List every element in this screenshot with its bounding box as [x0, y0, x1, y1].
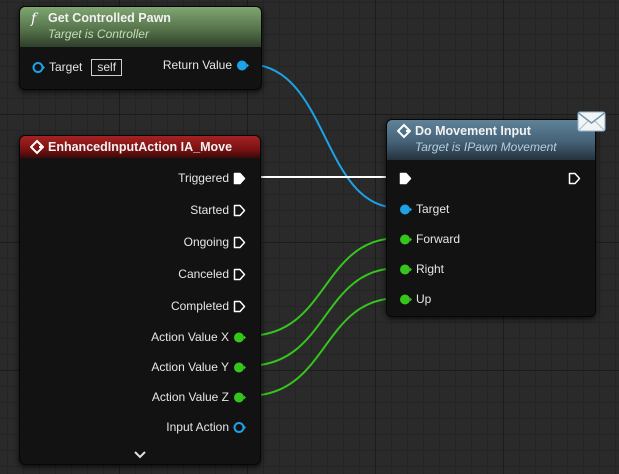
pin-row-exec-out[interactable] [568, 168, 581, 188]
pin-row-triggered[interactable]: Triggered [174, 168, 246, 188]
pin-label: Action Value Y [151, 360, 229, 374]
object-pin-icon[interactable] [233, 421, 246, 434]
object-pin-icon[interactable] [399, 203, 412, 216]
node-title: Do Movement Input [415, 124, 531, 138]
wire-return-to-target[interactable] [246, 63, 400, 209]
pin-label: Target [49, 60, 83, 74]
pin-label: Input Action [166, 420, 229, 434]
chevron-down-icon[interactable] [130, 448, 150, 460]
function-call-icon [396, 123, 412, 139]
pin-row-started[interactable]: Started [186, 200, 246, 220]
pin-label: Action Value Z [151, 390, 229, 404]
pin-row-up[interactable]: Up [399, 289, 435, 309]
exec-pin-icon[interactable] [233, 236, 246, 249]
pin-label: Completed [170, 299, 229, 313]
node-do-movement-input[interactable]: Do Movement Input Target is IPawn Moveme… [386, 119, 596, 317]
pin-row-right[interactable]: Right [399, 259, 448, 279]
pin-row-forward[interactable]: Forward [399, 229, 464, 249]
pin-row-action-value-x[interactable]: Action Value X [147, 327, 246, 347]
pin-row-action-value-z[interactable]: Action Value Z [148, 387, 246, 407]
float-pin-icon[interactable] [233, 391, 246, 404]
node-header[interactable]: f Get Controlled Pawn Target is Controll… [20, 7, 261, 47]
object-pin-icon[interactable] [32, 61, 45, 74]
pin-label: Canceled [178, 267, 229, 281]
wire-z-to-up[interactable] [246, 297, 400, 397]
wire-y-to-right[interactable] [246, 267, 400, 367]
pin-label: Forward [416, 232, 461, 246]
pin-row-action-value-y[interactable]: Action Value Y [147, 357, 246, 377]
pin-row-target[interactable]: Target self [32, 57, 123, 77]
node-enhanced-input-action[interactable]: EnhancedInputAction IA_Move Triggered St… [19, 135, 261, 465]
exec-pin-icon[interactable] [233, 300, 246, 313]
pin-label: Right [416, 262, 445, 276]
function-icon: f [30, 10, 44, 27]
node-header[interactable]: Do Movement Input Target is IPawn Moveme… [387, 120, 595, 160]
pin-label: Started [190, 203, 229, 217]
node-subtitle: Target is Controller [48, 27, 149, 41]
event-diamond-icon [29, 139, 45, 155]
pin-label: Triggered [178, 171, 229, 185]
float-pin-icon[interactable] [399, 233, 412, 246]
pin-row-return-value[interactable]: Return Value [159, 55, 249, 75]
node-title: Get Controlled Pawn [48, 11, 171, 25]
exec-pin-icon[interactable] [233, 172, 246, 185]
node-get-controlled-pawn[interactable]: f Get Controlled Pawn Target is Controll… [19, 6, 262, 90]
pin-row-canceled[interactable]: Canceled [174, 264, 246, 284]
float-pin-icon[interactable] [399, 263, 412, 276]
pin-row-input-action[interactable]: Input Action [162, 417, 246, 437]
exec-pin-icon[interactable] [568, 172, 581, 185]
pin-row-exec-in[interactable] [399, 168, 412, 188]
svg-text:f: f [30, 11, 39, 26]
target-value-input[interactable]: self [91, 58, 123, 76]
exec-pin-icon[interactable] [233, 204, 246, 217]
float-pin-icon[interactable] [233, 361, 246, 374]
node-subtitle: Target is IPawn Movement [415, 140, 557, 154]
wire-x-to-forward[interactable] [246, 237, 400, 337]
message-envelope-icon [577, 109, 607, 133]
pin-label: Up [416, 292, 432, 306]
pin-label: Return Value [162, 58, 232, 72]
pin-row-ongoing[interactable]: Ongoing [180, 232, 246, 252]
pin-row-target[interactable]: Target [399, 199, 453, 219]
exec-pin-icon[interactable] [233, 268, 246, 281]
node-title: EnhancedInputAction IA_Move [48, 140, 233, 154]
node-header[interactable]: EnhancedInputAction IA_Move [20, 136, 260, 158]
pin-label: Target [416, 202, 450, 216]
pin-row-completed[interactable]: Completed [167, 296, 246, 316]
float-pin-icon[interactable] [233, 331, 246, 344]
pin-label: Action Value X [151, 330, 229, 344]
pin-label: Ongoing [183, 235, 229, 249]
object-pin-icon[interactable] [236, 59, 249, 72]
float-pin-icon[interactable] [399, 293, 412, 306]
exec-pin-icon[interactable] [399, 172, 412, 185]
